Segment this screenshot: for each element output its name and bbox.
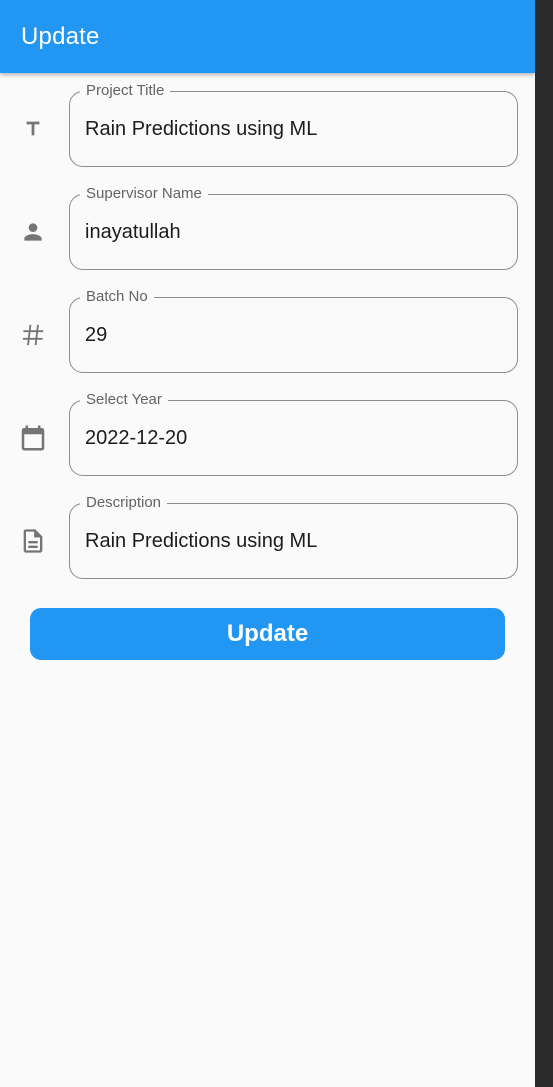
project-title-value[interactable]: Rain Predictions using ML	[85, 116, 317, 142]
update-button-label: Update	[226, 620, 309, 647]
screen-edge	[535, 0, 553, 1087]
hash-icon	[18, 320, 48, 350]
update-button[interactable]: Update	[30, 608, 505, 660]
project-title-row: Project Title Rain Predictions using ML	[0, 82, 535, 167]
supervisor-name-value[interactable]: inayatullah	[85, 219, 181, 245]
document-icon	[18, 526, 48, 556]
description-row: Description Rain Predictions using ML	[0, 494, 535, 579]
update-screen: Update Project Title Rain Predictions us…	[0, 0, 535, 1087]
project-title-label: Project Title	[80, 82, 171, 100]
batch-no-field[interactable]: Batch No 29	[69, 288, 518, 373]
calendar-icon	[18, 423, 48, 453]
select-year-row: Select Year 2022-12-20	[0, 391, 535, 476]
select-year-value[interactable]: 2022-12-20	[85, 425, 187, 451]
select-year-label: Select Year	[80, 391, 168, 409]
description-value[interactable]: Rain Predictions using ML	[85, 528, 317, 554]
batch-no-value[interactable]: 29	[85, 322, 107, 348]
person-icon	[18, 217, 48, 247]
app-bar-title: Update	[21, 23, 100, 50]
batch-no-label: Batch No	[80, 288, 154, 306]
app-bar: Update	[0, 0, 535, 73]
description-field[interactable]: Description Rain Predictions using ML	[69, 494, 518, 579]
supervisor-name-label: Supervisor Name	[80, 185, 208, 203]
project-title-field[interactable]: Project Title Rain Predictions using ML	[69, 82, 518, 167]
supervisor-name-row: Supervisor Name inayatullah	[0, 185, 535, 270]
batch-no-row: Batch No 29	[0, 288, 535, 373]
select-year-field[interactable]: Select Year 2022-12-20	[69, 391, 518, 476]
text-title-icon	[18, 114, 48, 144]
supervisor-name-field[interactable]: Supervisor Name inayatullah	[69, 185, 518, 270]
description-label: Description	[80, 494, 168, 512]
